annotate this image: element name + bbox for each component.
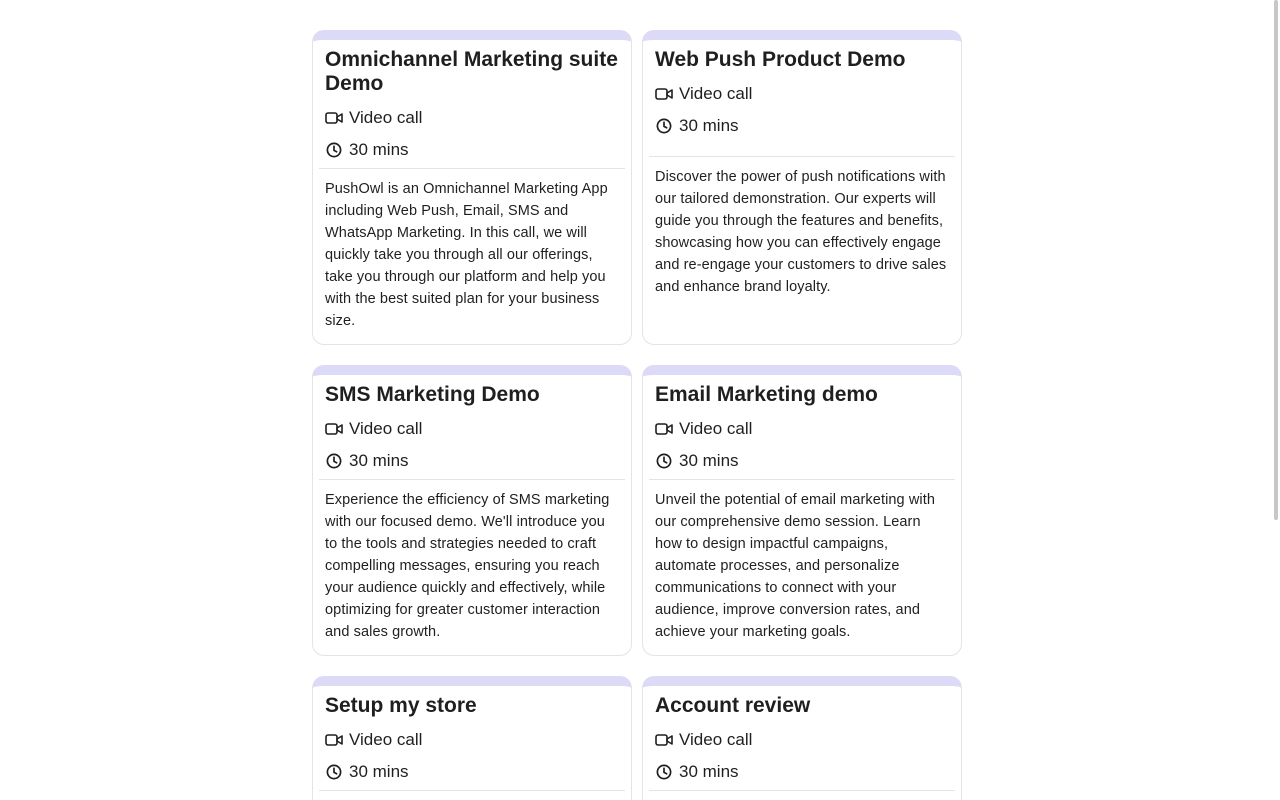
event-location-label: Video call xyxy=(679,730,753,749)
card-divider xyxy=(319,479,625,480)
card-divider xyxy=(649,479,955,480)
event-duration: 30 mins xyxy=(325,445,619,477)
event-types-page: Omnichannel Marketing suite Demo Video c… xyxy=(0,0,1280,800)
clock-icon xyxy=(325,141,343,159)
event-title: SMS Marketing Demo xyxy=(325,383,540,406)
video-camera-icon xyxy=(655,731,673,749)
event-duration: 30 mins xyxy=(655,445,949,477)
page-scrollbar[interactable] xyxy=(1272,0,1280,800)
event-title: Omnichannel Marketing suite Demo xyxy=(325,48,618,95)
event-location-label: Video call xyxy=(679,84,753,103)
event-location: Video call xyxy=(325,102,619,134)
event-duration-label: 30 mins xyxy=(349,451,409,470)
event-location-label: Video call xyxy=(349,108,423,127)
event-card-sms[interactable]: SMS Marketing Demo Video call 30 mins Ex… xyxy=(312,365,632,656)
card-divider xyxy=(649,156,955,157)
video-camera-icon xyxy=(655,85,673,103)
event-card-web-push[interactable]: Web Push Product Demo Video call 30 mins… xyxy=(642,30,962,345)
event-type-grid: Omnichannel Marketing suite Demo Video c… xyxy=(312,30,962,800)
event-title: Email Marketing demo xyxy=(655,383,878,406)
event-duration-label: 30 mins xyxy=(679,762,739,781)
video-camera-icon xyxy=(655,420,673,438)
card-divider xyxy=(319,168,625,169)
event-duration-label: 30 mins xyxy=(349,140,409,159)
clock-icon xyxy=(655,452,673,470)
event-description: Unveil the potential of email marketing … xyxy=(655,492,936,640)
event-location: Video call xyxy=(655,413,949,445)
event-card-account-review[interactable]: Account review Video call 30 mins xyxy=(642,676,962,800)
event-description: Discover the power of push notifications… xyxy=(655,169,947,295)
event-title: Setup my store xyxy=(325,694,477,717)
event-location: Video call xyxy=(325,724,619,756)
event-location-label: Video call xyxy=(349,419,423,438)
scrollbar-thumb[interactable] xyxy=(1274,0,1278,520)
event-duration: 30 mins xyxy=(325,756,619,788)
event-location: Video call xyxy=(655,724,949,756)
clock-icon xyxy=(325,452,343,470)
clock-icon xyxy=(655,117,673,135)
event-meta: Video call 30 mins xyxy=(325,724,619,788)
event-meta: Video call 30 mins xyxy=(325,102,619,166)
event-location: Video call xyxy=(325,413,619,445)
video-camera-icon xyxy=(325,731,343,749)
event-duration: 30 mins xyxy=(655,756,949,788)
event-description: Experience the efficiency of SMS marketi… xyxy=(325,492,610,640)
event-duration-label: 30 mins xyxy=(349,762,409,781)
event-card-omnichannel[interactable]: Omnichannel Marketing suite Demo Video c… xyxy=(312,30,632,345)
card-divider xyxy=(319,790,625,791)
event-location-label: Video call xyxy=(349,730,423,749)
card-divider xyxy=(649,790,955,791)
event-duration: 30 mins xyxy=(655,110,949,142)
event-card-setup-store[interactable]: Setup my store Video call 30 mins xyxy=(312,676,632,800)
event-duration-label: 30 mins xyxy=(679,451,739,470)
event-duration-label: 30 mins xyxy=(679,116,739,135)
clock-icon xyxy=(655,763,673,781)
event-title: Web Push Product Demo xyxy=(655,48,906,71)
event-meta: Video call 30 mins xyxy=(655,78,949,142)
event-location: Video call xyxy=(655,78,949,110)
event-duration: 30 mins xyxy=(325,134,619,166)
event-card-email[interactable]: Email Marketing demo Video call 30 mins … xyxy=(642,365,962,656)
event-title: Account review xyxy=(655,694,811,717)
clock-icon xyxy=(325,763,343,781)
event-meta: Video call 30 mins xyxy=(655,413,949,477)
event-location-label: Video call xyxy=(679,419,753,438)
event-meta: Video call 30 mins xyxy=(655,724,949,788)
event-meta: Video call 30 mins xyxy=(325,413,619,477)
video-camera-icon xyxy=(325,109,343,127)
video-camera-icon xyxy=(325,420,343,438)
event-description: PushOwl is an Omnichannel Marketing App … xyxy=(325,181,608,329)
